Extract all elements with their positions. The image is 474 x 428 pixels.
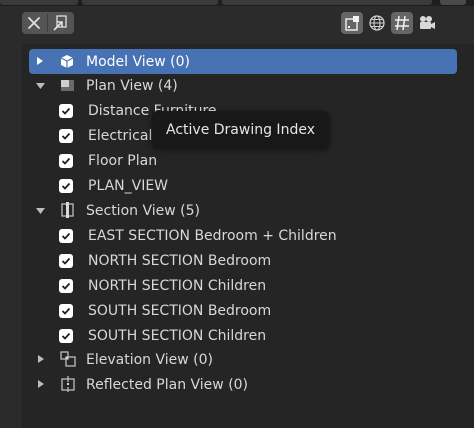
checkbox[interactable]	[59, 154, 73, 168]
tree-row-label: Plan View (4)	[86, 77, 178, 94]
tree-item-floor-plan[interactable]: Floor Plan	[22, 148, 474, 173]
tree-row-label: Section View (5)	[86, 202, 200, 219]
drawings-panel: Model View (0) Plan View (4) Distance Fu…	[0, 0, 474, 428]
tree-row-plan-view[interactable]: Plan View (4)	[22, 73, 474, 98]
tree-row-model-view[interactable]: Model View (0)	[29, 49, 457, 74]
checkbox[interactable]	[59, 304, 73, 318]
model-cube-icon	[57, 51, 77, 71]
expand-arrow-icon[interactable]	[34, 55, 46, 67]
tooltip-text: Active Drawing Index	[166, 121, 315, 138]
tree-item-label: Electrical	[88, 127, 153, 144]
tree-item-label: SOUTH SECTION Children	[88, 327, 267, 344]
expand-arrow-icon[interactable]	[35, 378, 47, 390]
tree-item-label: NORTH SECTION Bedroom	[88, 252, 272, 269]
collapse-arrow-icon[interactable]	[34, 80, 46, 92]
checkbox[interactable]	[59, 279, 73, 293]
checkbox[interactable]	[59, 254, 73, 268]
reflected-plan-icon	[58, 374, 78, 394]
tree-row-label: Elevation View (0)	[86, 351, 213, 368]
plan-view-icon	[58, 75, 78, 95]
checkbox[interactable]	[59, 104, 73, 118]
close-icon[interactable]	[23, 12, 45, 34]
elevation-view-icon	[58, 349, 78, 369]
expand-arrow-icon[interactable]	[35, 353, 47, 365]
globe-icon[interactable]	[366, 12, 388, 34]
tree-item-label: Floor Plan	[88, 152, 158, 169]
hatch-icon[interactable]	[391, 12, 413, 34]
tree-item-label: EAST SECTION Bedroom + Children	[88, 227, 337, 244]
drawing-sheet-icon[interactable]	[341, 12, 363, 34]
tree-item-south-section-bedroom[interactable]: SOUTH SECTION Bedroom	[22, 298, 474, 323]
section-view-icon	[58, 200, 78, 220]
checkbox[interactable]	[59, 229, 73, 243]
tree-item-north-section-bedroom[interactable]: NORTH SECTION Bedroom	[22, 248, 474, 273]
collapse-arrow-icon[interactable]	[34, 205, 46, 217]
camera-icon[interactable]	[416, 12, 438, 34]
checkbox[interactable]	[59, 329, 73, 343]
tree-row-elevation-view[interactable]: Elevation View (0)	[22, 347, 474, 372]
tree-item-label: SOUTH SECTION Bedroom	[88, 302, 272, 319]
tree-item-east-section[interactable]: EAST SECTION Bedroom + Children	[22, 223, 474, 248]
tree-row-reflected-plan-view[interactable]: Reflected Plan View (0)	[22, 372, 474, 397]
checkbox[interactable]	[59, 179, 73, 193]
tooltip: Active Drawing Index	[152, 111, 329, 148]
tree-row-label: Model View (0)	[86, 53, 190, 70]
tree-item-plan-view[interactable]: PLAN_VIEW	[22, 173, 474, 198]
toolbar	[0, 8, 474, 42]
tree-item-north-section-children[interactable]: NORTH SECTION Children	[22, 273, 474, 298]
tree-row-section-view[interactable]: Section View (5)	[22, 198, 474, 223]
export-icon[interactable]	[49, 12, 71, 34]
tree-item-south-section-children[interactable]: SOUTH SECTION Children	[22, 323, 474, 348]
tree-item-label: PLAN_VIEW	[88, 177, 169, 194]
header-strip	[0, 0, 474, 6]
checkbox[interactable]	[59, 129, 73, 143]
tree-item-label: NORTH SECTION Children	[88, 277, 267, 294]
tree-row-label: Reflected Plan View (0)	[86, 376, 249, 393]
